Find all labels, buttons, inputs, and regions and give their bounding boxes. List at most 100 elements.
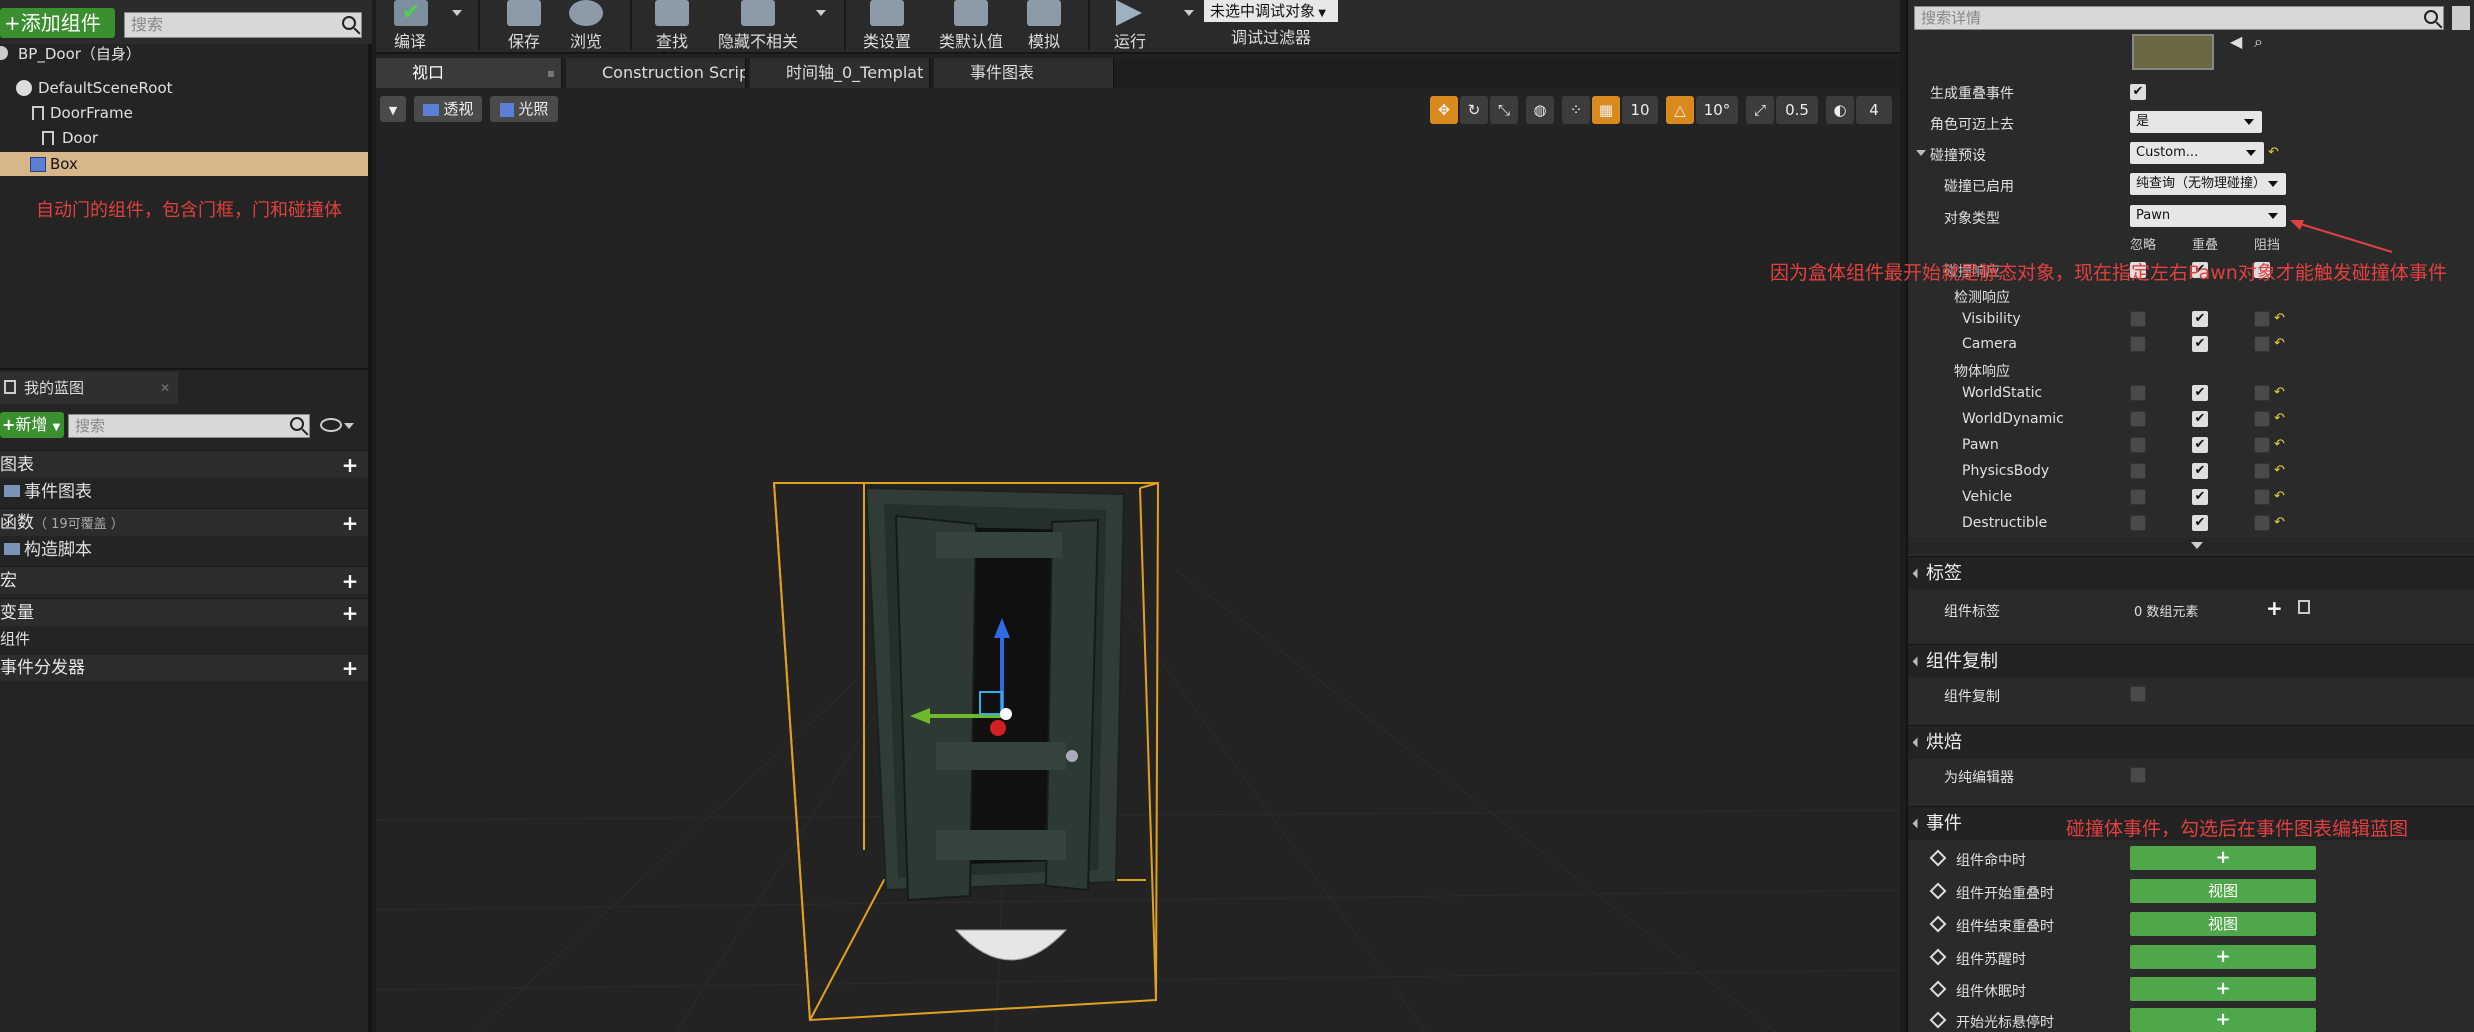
reset-arrow-icon[interactable]: ↶ xyxy=(2274,490,2285,504)
close-icon[interactable]: ▪ xyxy=(547,58,555,88)
category-variables[interactable]: 变量 + xyxy=(0,598,368,626)
add-macro-button[interactable]: + xyxy=(340,571,360,591)
tree-item-box-selected[interactable]: Box xyxy=(0,152,368,176)
reset-arrow-icon[interactable]: ↶ xyxy=(2268,146,2279,160)
reset-arrow-icon[interactable]: ↶ xyxy=(2274,412,2285,426)
details-search-input[interactable]: 搜索详情 xyxy=(1914,6,2444,30)
section-cooking[interactable]: 烘焙 xyxy=(1908,725,2474,759)
category-event-dispatchers[interactable]: 事件分发器 + xyxy=(0,653,368,681)
chevron-down-icon[interactable] xyxy=(344,423,354,429)
worldstatic-block-checkbox[interactable] xyxy=(2254,385,2270,401)
add-tag-button[interactable]: + xyxy=(2266,596,2283,620)
compile-options-chevron-icon[interactable] xyxy=(452,10,462,16)
browse-button[interactable]: 浏览 xyxy=(556,0,616,54)
viewport[interactable]: ▼ 透视 光照 ✥ ↻ ⤡ ◍ ⁘ ▦ 10 △ 10° ⤢ 0.5 ◐ 4 xyxy=(376,90,1900,1032)
material-thumbnail[interactable] xyxy=(2132,34,2214,70)
add-dispatcher-button[interactable]: + xyxy=(340,658,360,678)
vehicle-overlap-checkbox[interactable]: ✔ xyxy=(2192,489,2208,505)
section-replication[interactable]: 组件复制 xyxy=(1908,644,2474,678)
destructible-ignore-checkbox[interactable] xyxy=(2130,515,2146,531)
new-button[interactable]: +新增 ▼ xyxy=(0,412,64,438)
visibility-overlap-checkbox[interactable]: ✔ xyxy=(2192,311,2208,327)
can-step-up-select[interactable]: 是 xyxy=(2130,111,2262,133)
tab-viewport[interactable]: 视口 ▪ xyxy=(376,58,562,88)
tab-event-graph[interactable]: 事件图表 xyxy=(934,58,1114,88)
event-wake-add-button[interactable]: + xyxy=(2130,945,2316,969)
physicsbody-overlap-checkbox[interactable]: ✔ xyxy=(2192,463,2208,479)
trash-icon[interactable] xyxy=(2298,600,2310,614)
reset-arrow-icon[interactable]: ↶ xyxy=(2274,464,2285,478)
object-type-select[interactable]: Pawn xyxy=(2130,205,2286,227)
add-component-button[interactable]: +添加组件 xyxy=(0,8,115,38)
chevron-down-icon[interactable] xyxy=(1916,150,1926,156)
vehicle-block-checkbox[interactable] xyxy=(2254,489,2270,505)
play-button[interactable]: 运行 xyxy=(1100,0,1160,54)
vehicle-ignore-checkbox[interactable] xyxy=(2130,489,2146,505)
reset-arrow-icon[interactable]: ↶ xyxy=(2274,438,2285,452)
collision-enabled-select[interactable]: 纯查询（无物理碰撞） xyxy=(2130,173,2286,195)
section-tags[interactable]: 标签 xyxy=(1908,556,2474,590)
tree-item-doorframe[interactable]: DoorFrame xyxy=(0,101,368,125)
component-search-input[interactable]: 搜索 xyxy=(124,12,362,38)
reset-arrow-icon[interactable]: ↶ xyxy=(2274,516,2285,530)
reset-arrow-icon[interactable]: ↶ xyxy=(2274,312,2285,326)
item-components[interactable]: 组件 xyxy=(0,627,368,651)
camera-ignore-checkbox[interactable] xyxy=(2130,336,2146,352)
tree-item-door[interactable]: Door xyxy=(0,126,368,150)
pawn-ignore-checkbox[interactable] xyxy=(2130,437,2146,453)
camera-block-checkbox[interactable] xyxy=(2254,336,2270,352)
component-replicates-checkbox[interactable] xyxy=(2130,686,2146,702)
play-options-chevron-icon[interactable] xyxy=(1184,10,1194,16)
destructible-block-checkbox[interactable] xyxy=(2254,515,2270,531)
hide-options-chevron-icon[interactable] xyxy=(816,10,826,16)
search-icon[interactable]: ⌕ xyxy=(2254,32,2263,52)
add-function-button[interactable]: + xyxy=(340,513,360,533)
hide-unrelated-button[interactable]: 隐藏不相关 xyxy=(708,0,808,54)
destructible-overlap-checkbox[interactable]: ✔ xyxy=(2192,515,2208,531)
arrow-left-icon[interactable]: ◀ xyxy=(2230,32,2242,51)
add-variable-button[interactable]: + xyxy=(340,603,360,623)
visibility-block-checkbox[interactable] xyxy=(2254,311,2270,327)
event-cursor-over-add-button[interactable]: + xyxy=(2130,1008,2316,1032)
editor-only-checkbox[interactable] xyxy=(2130,767,2146,783)
tab-my-blueprint[interactable]: 我的蓝图 ✕ xyxy=(0,372,178,404)
class-defaults-button[interactable]: 类默认值 xyxy=(936,0,1006,54)
worlddynamic-overlap-checkbox[interactable]: ✔ xyxy=(2192,411,2208,427)
root-self-row[interactable]: BP_Door（自身） xyxy=(0,42,368,66)
event-hit-add-button[interactable]: + xyxy=(2130,846,2316,870)
item-event-graph[interactable]: 事件图表 xyxy=(0,480,368,504)
worlddynamic-block-checkbox[interactable] xyxy=(2254,411,2270,427)
event-end-overlap-view-button[interactable]: 视图 xyxy=(2130,912,2316,936)
simulate-button[interactable]: 模拟 xyxy=(1014,0,1074,54)
advanced-expander[interactable] xyxy=(1908,538,2474,554)
worldstatic-overlap-checkbox[interactable]: ✔ xyxy=(2192,385,2208,401)
event-begin-overlap-view-button[interactable]: 视图 xyxy=(2130,879,2316,903)
event-sleep-add-button[interactable]: + xyxy=(2130,977,2316,1001)
eye-icon[interactable] xyxy=(320,418,342,432)
category-graphs[interactable]: 图表 + xyxy=(0,450,368,478)
tab-timeline[interactable]: 时间轴_0_Templat xyxy=(750,58,930,88)
physicsbody-block-checkbox[interactable] xyxy=(2254,463,2270,479)
collision-presets-select[interactable]: Custom... xyxy=(2130,142,2264,164)
debug-object-select[interactable]: 未选中调试对象 ▼ xyxy=(1204,0,1338,22)
camera-overlap-checkbox[interactable]: ✔ xyxy=(2192,336,2208,352)
reset-arrow-icon[interactable]: ↶ xyxy=(2274,386,2285,400)
generate-overlap-checkbox[interactable]: ✔ xyxy=(2130,84,2146,100)
find-button[interactable]: 查找 xyxy=(642,0,702,54)
visibility-ignore-checkbox[interactable] xyxy=(2130,311,2146,327)
tab-construction-script[interactable]: Construction Scrip xyxy=(566,58,746,88)
category-macros[interactable]: 宏 + xyxy=(0,566,368,594)
add-graph-button[interactable]: + xyxy=(340,455,360,475)
pawn-block-checkbox[interactable] xyxy=(2254,437,2270,453)
worlddynamic-ignore-checkbox[interactable] xyxy=(2130,411,2146,427)
view-options-icon[interactable] xyxy=(2452,6,2470,30)
blueprint-search-input[interactable]: 搜索 xyxy=(68,414,310,438)
pawn-overlap-checkbox[interactable]: ✔ xyxy=(2192,437,2208,453)
category-functions[interactable]: 函数（ 19可覆盖 ） + xyxy=(0,508,368,536)
compile-button[interactable]: ✔ 编译 xyxy=(380,0,440,54)
reset-arrow-icon[interactable]: ↶ xyxy=(2274,337,2285,351)
item-construction-script[interactable]: 构造脚本 xyxy=(0,538,368,562)
save-button[interactable]: 保存 xyxy=(494,0,554,54)
tree-item-defaultsceneroot[interactable]: DefaultSceneRoot xyxy=(0,76,368,100)
worldstatic-ignore-checkbox[interactable] xyxy=(2130,385,2146,401)
